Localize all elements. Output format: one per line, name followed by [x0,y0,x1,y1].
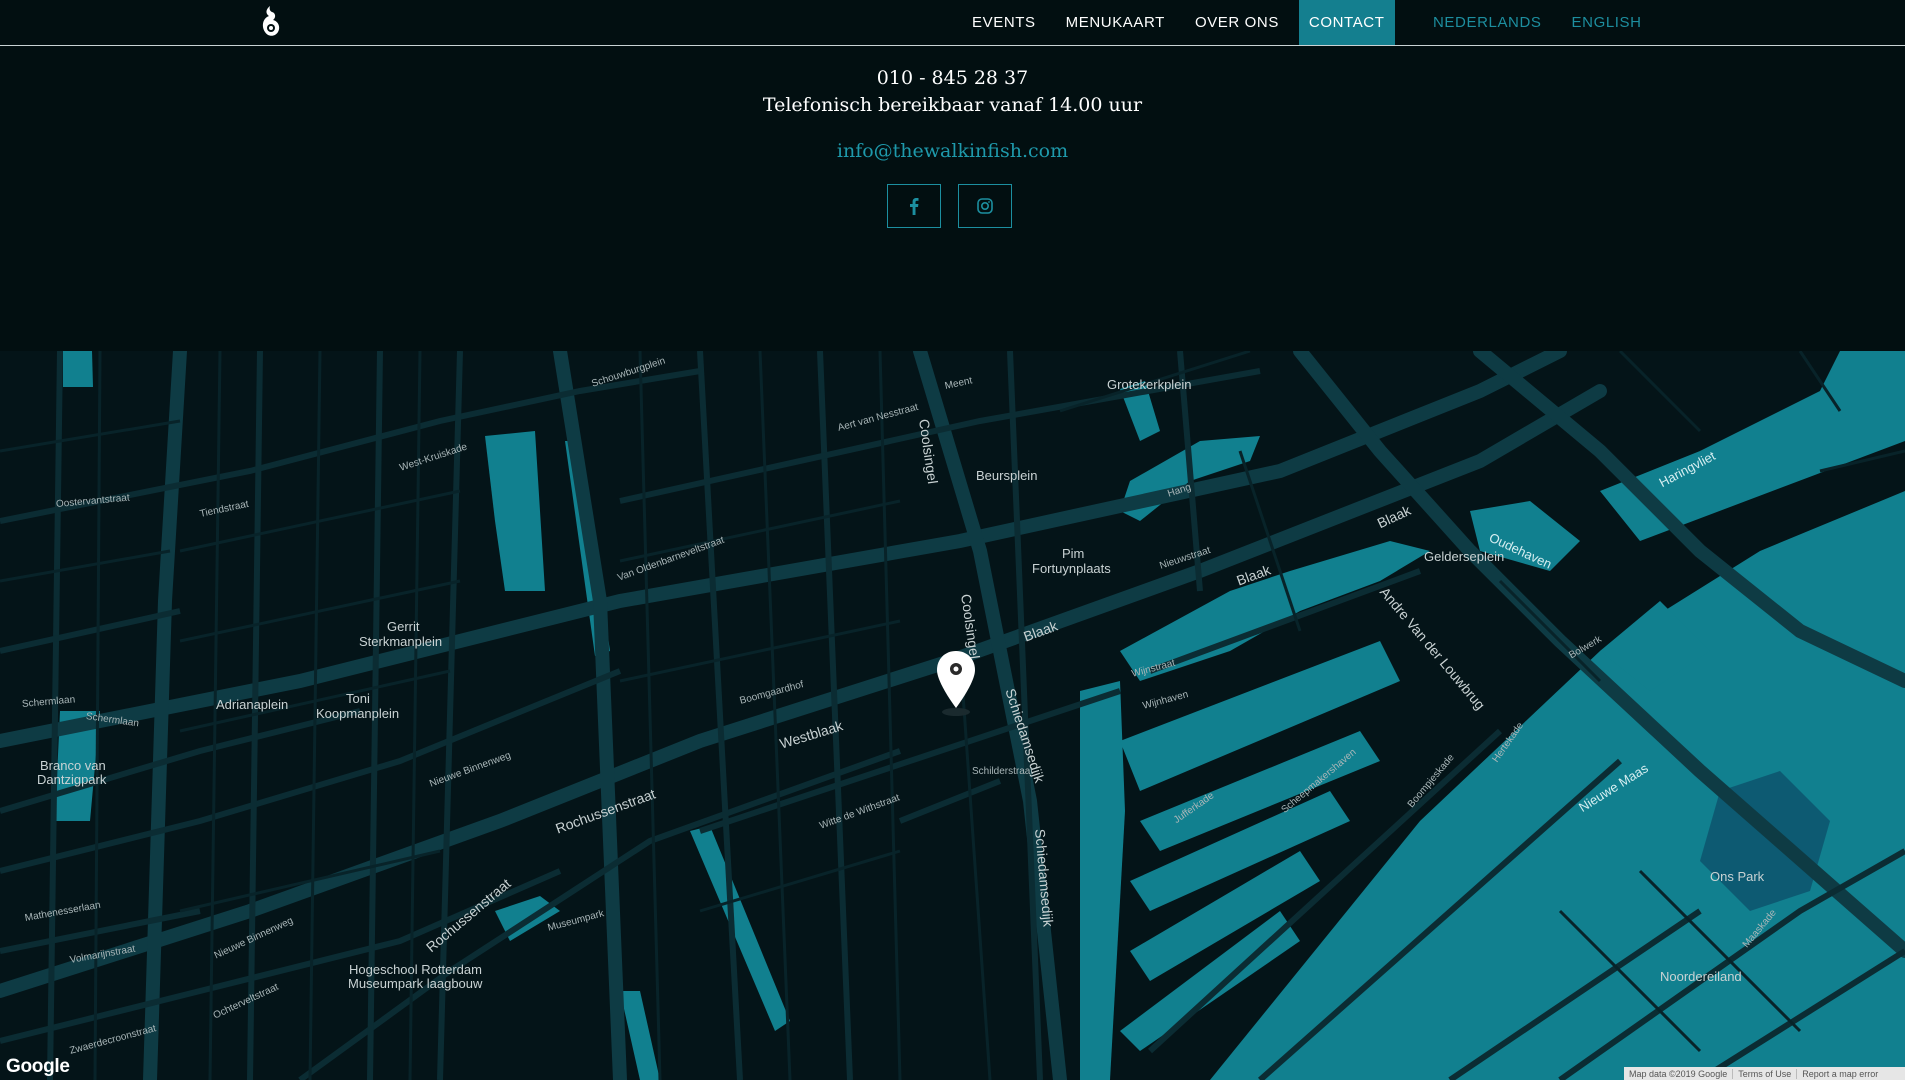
nav-contact[interactable]: CONTACT [1298,0,1395,45]
map-label: Adrianaplein [216,697,289,712]
map-label: Hogeschool Rotterdam [349,962,482,977]
fish-logo-icon[interactable] [257,4,283,40]
nav-events[interactable]: EVENTS [962,0,1046,45]
nav-menukaart[interactable]: MENUKAART [1056,0,1175,45]
map-label: Koopmanplein [316,706,400,721]
map-label: Gelderseplein [1424,549,1505,564]
language-switcher: NEDERLANDS ENGLISH [1423,0,1652,45]
lang-english[interactable]: ENGLISH [1562,0,1652,45]
email-link[interactable]: info@thewalkinfish.com [0,140,1905,162]
map-label: Beursplein [976,468,1038,483]
map-label: Sterkmanplein [359,634,443,649]
nav-over-ons[interactable]: OVER ONS [1185,0,1289,45]
map-label: Schilderstraat [972,766,1034,777]
top-navigation-bar: EVENTS MENUKAART OVER ONS CONTACT NEDERL… [0,0,1905,46]
instagram-icon [977,198,993,214]
google-logo[interactable]: Google [6,1056,70,1078]
map-label: Pim [1062,546,1085,561]
map-label: Toni [346,691,370,706]
facebook-button[interactable] [887,184,941,228]
map-label: Branco van [40,758,106,773]
lang-nederlands[interactable]: NEDERLANDS [1423,0,1552,45]
map-label: Gerrit [387,619,420,634]
google-map[interactable]: Grotekerkplein Beursplein Pim Fortuynpla… [0,351,1905,1080]
report-map-error-link[interactable]: Report a map error [1797,1069,1883,1079]
phone-number: 010 - 845 28 37 [876,67,1029,89]
map-label: Fortuynplaats [1032,561,1111,576]
location-pin-icon[interactable] [936,650,976,716]
map-attribution: Map data ©2019 Google Terms of Use Repor… [1624,1067,1905,1080]
main-nav: EVENTS MENUKAART OVER ONS CONTACT [962,0,1395,45]
map-label: Dantzigpark [37,772,107,787]
map-label: Museumpark laagbouw [348,976,483,991]
facebook-icon [910,198,919,215]
map-label: Noordereiland [1660,969,1742,984]
map-label: Grotekerkplein [1107,377,1192,392]
instagram-button[interactable] [958,184,1012,228]
phone-hours: Telefonisch bereikbaar vanaf 14.00 uur [762,94,1143,116]
terms-of-use-link[interactable]: Terms of Use [1733,1068,1798,1079]
map-data-credit: Map data ©2019 Google [1624,1068,1734,1079]
map-label: Ons Park [1710,869,1765,884]
